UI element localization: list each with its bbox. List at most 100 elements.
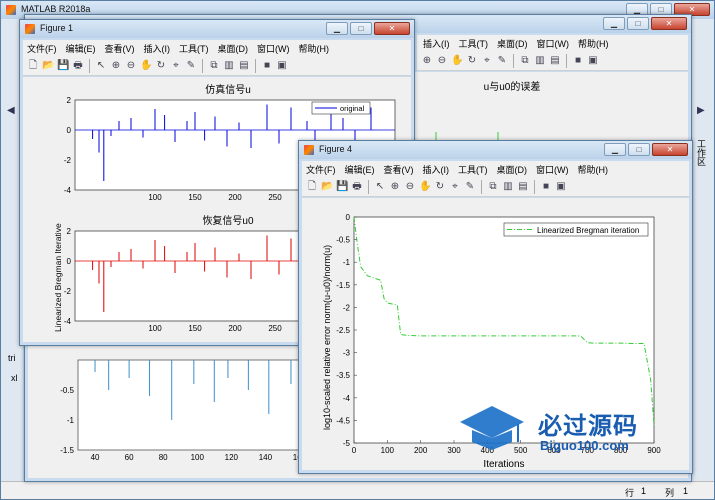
show-tools-icon[interactable]: ▣ [587,55,599,67]
link-plot-icon[interactable]: ⧉ [487,181,499,193]
menu-window[interactable]: 窗口(W) [537,37,570,50]
menu-view[interactable]: 查看(V) [105,42,135,55]
pan-hand-icon[interactable]: ✋ [451,55,463,67]
menu-edit[interactable]: 编辑(E) [345,163,375,176]
minimize-icon[interactable]: ▁ [326,22,348,35]
data-cursor-icon[interactable]: ⌖ [481,55,493,67]
figure1-titlebar[interactable]: Figure 1 ▁ □ ✕ [20,20,414,38]
zoom-out-icon[interactable]: ⊖ [404,181,416,193]
zoom-in-icon[interactable]: ⊕ [421,55,433,67]
zoom-out-icon[interactable]: ⊖ [436,55,448,67]
show-tools-icon[interactable]: ▣ [276,60,288,72]
back-figure-menubar: 插入(I) 工具(T) 桌面(D) 窗口(W) 帮助(H) [417,35,688,51]
fig1-top-legend[interactable]: original [311,101,371,115]
pan-hand-icon[interactable]: ✋ [140,60,152,72]
menu-insert[interactable]: 插入(I) [423,37,450,50]
edit-plot-arrow-icon[interactable]: ↖ [374,181,386,193]
figure4-titlebar[interactable]: Figure 4 ▁ □ ✕ [299,141,692,159]
menu-insert[interactable]: 插入(I) [423,163,450,176]
right-arrow-icon[interactable]: ▶ [697,105,705,116]
menu-help[interactable]: 帮助(H) [299,42,330,55]
menu-tools[interactable]: 工具(T) [179,42,209,55]
hide-tools-icon[interactable]: ■ [261,60,273,72]
link-plot-icon[interactable]: ⧉ [208,60,220,72]
fig1-top-title: 仿真信号u [205,83,251,96]
maximize-icon[interactable]: □ [627,17,649,30]
xtick-label: 100 [381,446,395,455]
zoom-in-icon[interactable]: ⊕ [389,181,401,193]
menu-help[interactable]: 帮助(H) [578,37,609,50]
menu-file[interactable]: 文件(F) [27,42,57,55]
menu-file[interactable]: 文件(F) [306,163,336,176]
close-icon[interactable]: ✕ [651,17,687,30]
figure1-title: Figure 1 [40,23,74,33]
new-figure-icon[interactable]: 🗋 [27,60,39,72]
menu-window[interactable]: 窗口(W) [536,163,569,176]
matlab-logo-icon [6,5,16,15]
brush-icon[interactable]: ✎ [496,55,508,67]
maximize-icon[interactable]: □ [628,143,650,156]
menu-desktop[interactable]: 桌面(D) [497,37,528,50]
show-tools-icon[interactable]: ▣ [555,181,567,193]
legend-icon[interactable]: ▤ [549,55,561,67]
ytick-label: 0 [346,213,351,222]
print-icon[interactable]: 🖶 [72,60,84,72]
menu-tools[interactable]: 工具(T) [459,37,489,50]
xtick-label: 150 [188,193,202,202]
print-icon[interactable]: 🖶 [351,181,363,193]
fig4-legend[interactable]: Linearized Bregman iteration [503,222,649,237]
maximize-icon[interactable]: □ [350,22,372,35]
menu-window[interactable]: 窗口(W) [257,42,290,55]
minimize-icon[interactable]: ▁ [603,17,625,30]
ytick-label: -4 [64,186,72,195]
ytick-label: -1 [343,258,351,267]
legend-icon[interactable]: ▤ [517,181,529,193]
data-cursor-icon[interactable]: ⌖ [449,181,461,193]
status-col-label: 列 [665,488,675,498]
zoom-out-icon[interactable]: ⊖ [125,60,137,72]
rotate-icon[interactable]: ↻ [466,55,478,67]
link-plot-icon[interactable]: ⧉ [519,55,531,67]
rotate-icon[interactable]: ↻ [155,60,167,72]
ytick-label: -1.5 [336,281,350,290]
menu-help[interactable]: 帮助(H) [578,163,609,176]
colorbar-icon[interactable]: ▥ [223,60,235,72]
menu-desktop[interactable]: 桌面(D) [218,42,249,55]
ytick-label: -2.5 [336,326,350,335]
xtick-label: 200 [228,193,242,202]
menu-edit[interactable]: 编辑(E) [66,42,96,55]
workspace-side-panel: ▶ 工作区 [690,19,714,483]
menu-view[interactable]: 查看(V) [384,163,414,176]
edit-plot-arrow-icon[interactable]: ↖ [95,60,107,72]
hide-tools-icon[interactable]: ■ [540,181,552,193]
close-icon[interactable]: ✕ [374,22,410,35]
pan-hand-icon[interactable]: ✋ [419,181,431,193]
close-icon[interactable]: ✕ [652,143,688,156]
workspace-tab[interactable]: 工作区 [696,139,708,166]
ytick-label: -2 [343,303,351,312]
menu-desktop[interactable]: 桌面(D) [497,163,528,176]
hide-tools-icon[interactable]: ■ [572,55,584,67]
status-col-value: 1 [683,486,689,496]
brush-icon[interactable]: ✎ [185,60,197,72]
left-arrow-icon[interactable]: ◀ [7,105,15,116]
brush-icon[interactable]: ✎ [464,181,476,193]
zoom-in-icon[interactable]: ⊕ [110,60,122,72]
menu-insert[interactable]: 插入(I) [144,42,171,55]
new-figure-icon[interactable]: 🗋 [306,181,318,193]
xtick-label: 140 [259,453,273,462]
open-file-icon[interactable]: 📂 [321,181,333,193]
toolbar-divider [255,58,256,73]
minimize-icon[interactable]: ▁ [604,143,626,156]
rotate-icon[interactable]: ↻ [434,181,446,193]
left-label-xl: xl [11,373,18,383]
save-icon[interactable]: 💾 [57,60,69,72]
open-file-icon[interactable]: 📂 [42,60,54,72]
menu-tools[interactable]: 工具(T) [458,163,488,176]
data-cursor-icon[interactable]: ⌖ [170,60,182,72]
save-icon[interactable]: 💾 [336,181,348,193]
watermark-logo-icon [460,406,524,450]
colorbar-icon[interactable]: ▥ [502,181,514,193]
colorbar-icon[interactable]: ▥ [534,55,546,67]
legend-icon[interactable]: ▤ [238,60,250,72]
